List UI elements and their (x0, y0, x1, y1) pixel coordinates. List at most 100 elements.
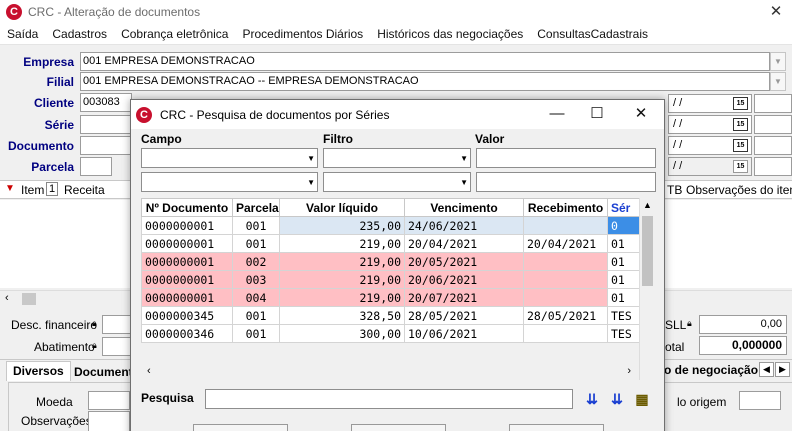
valor-cell[interactable]: 219,00 (279, 252, 405, 271)
empresa-dropdown-icon[interactable]: ▼ (770, 52, 786, 71)
parcela-cell[interactable]: 001 (232, 234, 280, 253)
vencimento-cell[interactable]: 10/06/2021 (404, 324, 524, 343)
tab-documento[interactable]: Document (70, 363, 137, 381)
documento-field[interactable] (80, 136, 132, 155)
menu-consultas[interactable]: ConsultasCadastrais (530, 27, 655, 41)
right-extra-field[interactable] (754, 157, 792, 176)
menu-historicos[interactable]: Históricos das negociações (370, 27, 530, 41)
valor-cell[interactable]: 300,00 (279, 324, 405, 343)
calendar-icon[interactable]: 15 (733, 118, 748, 131)
tab-negociacao[interactable]: o de negociação (664, 363, 758, 377)
tab-diversos[interactable]: Diversos (6, 361, 71, 381)
table-row[interactable]: 0000000001 001 219,00 20/04/2021 20/04/2021 0… (141, 234, 640, 253)
parcela-field[interactable] (80, 157, 112, 176)
valor-cell[interactable]: 235,00 (279, 216, 405, 235)
recebimento-cell[interactable] (523, 324, 608, 343)
table-hscroll[interactable]: ‹ › (141, 364, 639, 380)
col-header-recebimento[interactable]: Recebimento (523, 198, 608, 217)
menu-cadastros[interactable]: Cadastros (45, 27, 114, 41)
close-icon[interactable]: ✕ (766, 2, 786, 22)
parcela-cell[interactable]: 002 (232, 252, 280, 271)
cancel-button[interactable] (509, 424, 604, 431)
menu-saida[interactable]: Saída (0, 27, 45, 41)
origem-field[interactable] (739, 391, 781, 410)
col-header-valor[interactable]: Valor líquido (279, 198, 405, 217)
calendar-icon[interactable]: 15 (733, 139, 748, 152)
filial-dropdown-icon[interactable]: ▼ (770, 72, 786, 91)
doc-number-cell[interactable]: 0000000001 (141, 234, 233, 253)
table-row[interactable]: 0000000001 002 219,00 20/05/2021 01 (141, 252, 640, 271)
scroll-thumb[interactable] (22, 293, 36, 305)
sll-field[interactable]: 0,00 (699, 315, 787, 334)
recebimento-cell[interactable]: 20/04/2021 (523, 234, 608, 253)
tab-scroll-left-icon[interactable]: ◀ (759, 362, 774, 377)
close-icon[interactable]: ✕ (629, 104, 653, 124)
valor-cell[interactable]: 219,00 (279, 234, 405, 253)
serie-cell[interactable]: 01 (607, 252, 640, 271)
right-extra-field[interactable] (754, 115, 792, 134)
right-extra-field[interactable] (754, 136, 792, 155)
serie-cell[interactable]: 0 (607, 216, 640, 235)
right-extra-field[interactable] (754, 94, 792, 113)
valor-input-2[interactable] (476, 172, 656, 192)
pesquisa-input[interactable] (205, 389, 573, 409)
parcela-cell[interactable]: 004 (232, 288, 280, 307)
col-header-parcela[interactable]: Parcela (232, 198, 280, 217)
filter-down-icon[interactable]: ⇊ (584, 390, 600, 408)
recebimento-cell[interactable] (523, 270, 608, 289)
campo-select-1[interactable]: ▼ (141, 148, 318, 168)
menu-cobranca[interactable]: Cobrança eletrônica (114, 27, 235, 41)
recebimento-cell[interactable]: 28/05/2021 (523, 306, 608, 325)
filtro-select-1[interactable]: ▼ (323, 148, 471, 168)
scroll-right-icon[interactable]: › (627, 365, 631, 377)
vencimento-cell[interactable]: 20/06/2021 (404, 270, 524, 289)
vencimento-cell[interactable]: 20/05/2021 (404, 252, 524, 271)
parcela-cell[interactable]: 003 (232, 270, 280, 289)
scroll-up-icon[interactable]: ▲ (643, 200, 652, 210)
vencimento-cell[interactable]: 20/07/2021 (404, 288, 524, 307)
campo-select-2[interactable]: ▼ (141, 172, 318, 192)
scroll-thumb[interactable] (642, 216, 653, 286)
serie-cell[interactable]: 01 (607, 288, 640, 307)
parcela-cell[interactable]: 001 (232, 216, 280, 235)
table-vscroll[interactable]: ▲ (639, 198, 655, 380)
serie-cell[interactable]: 01 (607, 234, 640, 253)
minimize-icon[interactable]: — (545, 104, 569, 124)
tab-scroll-right-icon[interactable]: ▶ (775, 362, 790, 377)
empresa-field[interactable]: 001 EMPRESA DEMONSTRACAO (80, 52, 770, 71)
filter-clear-icon[interactable]: ⇊ (609, 390, 625, 408)
col-header-vencimento[interactable]: Vencimento (404, 198, 524, 217)
ok-button[interactable] (193, 424, 288, 431)
moeda-field[interactable] (88, 391, 130, 410)
serie-cell[interactable]: TES (607, 324, 640, 343)
table-row[interactable]: 0000000346 001 300,00 10/06/2021 TES (141, 324, 640, 343)
scroll-left-icon[interactable]: ‹ (147, 365, 151, 377)
search-button[interactable] (351, 424, 446, 431)
doc-number-cell[interactable]: 0000000346 (141, 324, 233, 343)
desc-financeiro-field[interactable] (102, 315, 132, 334)
table-row[interactable]: 0000000345 001 328,50 28/05/2021 28/05/2021 T… (141, 306, 640, 325)
table-row[interactable]: 0000000001 001 235,00 24/06/2021 0 (141, 216, 640, 235)
recebimento-cell[interactable] (523, 288, 608, 307)
valor-cell[interactable]: 219,00 (279, 288, 405, 307)
menu-procedimentos[interactable]: Procedimentos Diários (235, 27, 370, 41)
maximize-icon[interactable]: ☐ (585, 104, 609, 124)
doc-number-cell[interactable]: 0000000001 (141, 270, 233, 289)
cliente-field[interactable]: 003083 (80, 93, 132, 112)
filtro-select-2[interactable]: ▼ (323, 172, 471, 192)
doc-number-cell[interactable]: 0000000001 (141, 288, 233, 307)
doc-number-cell[interactable]: 0000000345 (141, 306, 233, 325)
parcela-cell[interactable]: 001 (232, 306, 280, 325)
vencimento-cell[interactable]: 20/04/2021 (404, 234, 524, 253)
serie-field[interactable] (80, 115, 132, 134)
serie-cell[interactable]: TES (607, 306, 640, 325)
vencimento-cell[interactable]: 28/05/2021 (404, 306, 524, 325)
abatimento-field[interactable] (102, 337, 132, 356)
doc-number-cell[interactable]: 0000000001 (141, 252, 233, 271)
calendar-icon[interactable]: 15 (733, 97, 748, 110)
table-row[interactable]: 0000000001 003 219,00 20/06/2021 01 (141, 270, 640, 289)
table-row[interactable]: 0000000001 004 219,00 20/07/2021 01 (141, 288, 640, 307)
recebimento-cell[interactable] (523, 252, 608, 271)
col-header-documento[interactable]: Nº Documento (141, 198, 233, 217)
recebimento-cell[interactable] (523, 216, 608, 235)
